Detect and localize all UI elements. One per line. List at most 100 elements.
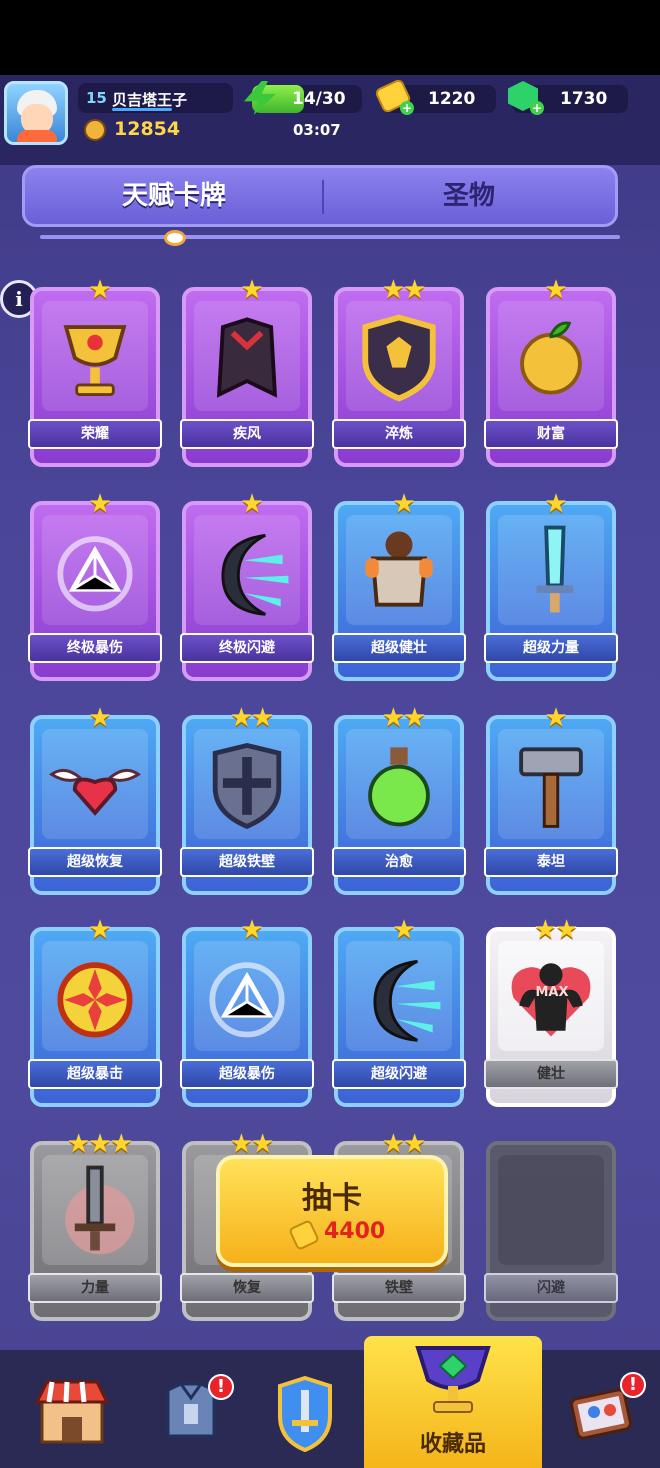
card-label: 力量	[28, 1273, 162, 1303]
talent-card[interactable]: ★ 财富	[484, 277, 618, 467]
card-art	[194, 515, 300, 625]
draw-button-label: 抽卡	[302, 1181, 362, 1216]
card-label: 终极暴伤	[28, 633, 162, 663]
talent-card[interactable]: ★ 泰坦	[484, 705, 618, 895]
chalice-icon	[63, 325, 127, 396]
card-stars: ★★	[381, 275, 427, 305]
crescent-icon	[373, 959, 441, 1042]
card-stars: ★	[240, 275, 263, 305]
talent-card[interactable]: ★ 超级健壮	[332, 491, 466, 681]
card-art	[42, 1155, 148, 1265]
talent-card[interactable]: ★★★ 力量	[28, 1131, 162, 1321]
card-label: 健壮	[484, 1059, 618, 1089]
card-stars: ★	[88, 489, 111, 519]
card-stars: ★	[240, 915, 263, 945]
talent-card[interactable]: ★★ 超级铁壁	[180, 705, 314, 895]
card-art	[194, 941, 300, 1051]
golden-apple-icon	[520, 321, 582, 395]
card-art	[346, 301, 452, 411]
sword-shield-icon	[278, 1376, 332, 1452]
potion-icon	[368, 747, 430, 827]
player-avatar[interactable]	[4, 81, 68, 145]
talent-card[interactable]: ★★ 淬炼	[332, 277, 466, 467]
card-art	[498, 729, 604, 839]
card-art	[498, 515, 604, 625]
shop-icon	[34, 1380, 110, 1444]
max-label: MAX	[535, 985, 569, 1000]
nav-equipment[interactable]: !	[148, 1350, 268, 1468]
card-stars: ★★★	[67, 1129, 133, 1159]
card-art	[346, 515, 452, 625]
card-stars: ★	[392, 489, 415, 519]
triangle-sigil-icon	[209, 962, 285, 1038]
card-label: 超级铁壁	[180, 847, 314, 877]
talent-card[interactable]: 闪避	[484, 1141, 618, 1321]
talent-card[interactable]: ★ 超级闪避	[332, 917, 466, 1107]
gem-plus-icon[interactable]: +	[530, 101, 544, 115]
card-stars: ★	[392, 915, 415, 945]
nav-events[interactable]: !	[560, 1350, 660, 1468]
nav-shop[interactable]	[22, 1350, 142, 1468]
energy-timer: 03:07	[293, 121, 341, 139]
talent-card[interactable]: ★ 荣耀	[28, 277, 162, 467]
chalice-icon	[415, 1346, 491, 1413]
events-alert-badge: !	[620, 1372, 646, 1398]
talent-card[interactable]: MAX ★★ 健壮	[484, 917, 618, 1107]
card-art: MAX	[498, 941, 604, 1051]
trophy-icon	[84, 119, 106, 141]
card-label: 超级暴伤	[180, 1059, 314, 1089]
energy-meter[interactable]: 14/30	[244, 81, 362, 115]
card-label: 财富	[484, 419, 618, 449]
hammer-icon	[519, 747, 583, 828]
coin-counter[interactable]: + 1220	[373, 77, 496, 115]
shield-badge-icon	[362, 314, 436, 402]
card-art	[346, 941, 452, 1051]
coin-plus-icon[interactable]: +	[400, 101, 414, 115]
gem-counter[interactable]: + 1730	[508, 81, 628, 115]
top-hud: 15 贝吉塔王子 12854 14/30 03:07 + 1220 + 1730	[0, 75, 660, 165]
tab-relics[interactable]: 圣物	[323, 168, 615, 224]
card-art	[194, 729, 300, 839]
card-art	[498, 301, 604, 411]
sword-icon	[65, 1165, 135, 1255]
card-stars: ★	[88, 703, 111, 733]
talent-card[interactable]: ★ 终极暴伤	[28, 491, 162, 681]
talent-card[interactable]: ★★ 治愈	[332, 705, 466, 895]
bottom-nav: ! 收藏品 !	[0, 1336, 660, 1468]
card-label: 超级闪避	[332, 1059, 466, 1089]
cross-shield-icon	[212, 742, 282, 830]
crosshair-icon	[57, 962, 133, 1038]
winged-heart-icon	[49, 768, 141, 816]
cape-icon	[216, 317, 278, 398]
card-stars: ★	[544, 275, 567, 305]
card-label: 疾风	[180, 419, 314, 449]
category-tabs: 天赋卡牌 圣物	[22, 165, 618, 227]
draw-cost: 4400	[324, 1219, 386, 1244]
card-stars: ★★	[381, 703, 427, 733]
draw-card-button[interactable]: 抽卡 4400	[216, 1155, 448, 1267]
card-art	[498, 1155, 604, 1265]
talent-card[interactable]: ★ 终极闪避	[180, 491, 314, 681]
player-name-box[interactable]: 15 贝吉塔王子	[78, 83, 233, 113]
xp-bar	[112, 108, 172, 111]
energy-value: 14/30	[292, 89, 346, 109]
crystal-sword-icon	[536, 525, 574, 613]
tab-indicator-track	[40, 235, 620, 239]
talent-card[interactable]: ★ 超级暴伤	[180, 917, 314, 1107]
talent-card[interactable]: ★ 疾风	[180, 277, 314, 467]
card-art	[42, 941, 148, 1051]
armor-icon	[365, 531, 433, 607]
tab-talent-cards[interactable]: 天赋卡牌	[25, 168, 323, 224]
talent-card[interactable]: ★ 超级力量	[484, 491, 618, 681]
crescent-icon	[221, 533, 289, 616]
coin-value: 1220	[428, 89, 476, 109]
card-label: 超级力量	[484, 633, 618, 663]
talent-card[interactable]: ★ 超级暴击	[28, 917, 162, 1107]
nav-collection[interactable]: 收藏品	[364, 1336, 542, 1468]
gem-value: 1730	[560, 89, 608, 109]
card-label: 铁壁	[332, 1273, 466, 1303]
talent-card[interactable]: ★ 超级恢复	[28, 705, 162, 895]
card-stars: ★★	[381, 1129, 427, 1159]
card-label: 闪避	[484, 1273, 618, 1303]
card-label: 淬炼	[332, 419, 466, 449]
